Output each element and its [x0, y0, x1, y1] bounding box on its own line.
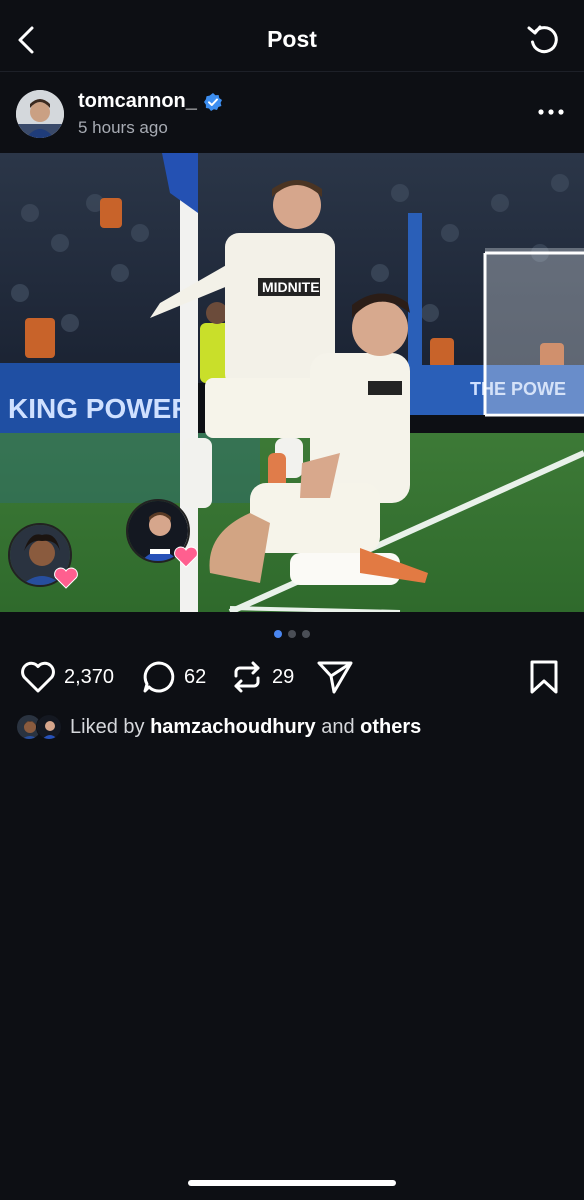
post-author: tomcannon_ 5 hours ago: [0, 72, 584, 154]
top-bar: Post: [0, 0, 584, 72]
post-time: 5 hours ago: [78, 118, 168, 137]
repost-button[interactable]: 29: [230, 654, 294, 700]
verified-badge-icon: [203, 92, 222, 111]
bookmark-icon: [530, 660, 558, 694]
heart-icon: [21, 661, 55, 693]
liked-by-others[interactable]: others: [360, 716, 421, 738]
post-photo: KING POWER THE POWE MIDNITE: [0, 153, 584, 612]
send-icon: [317, 661, 353, 694]
like-count: 2,370: [64, 665, 115, 688]
more-horizontal-icon: [538, 109, 564, 115]
comment-count: 62: [184, 665, 207, 688]
post-media[interactable]: KING POWER THE POWE MIDNITE: [0, 153, 584, 612]
post-actions: 2,370 62 29: [0, 654, 584, 700]
liked-by[interactable]: Liked by hamzachoudhury and others: [16, 712, 421, 742]
home-indicator[interactable]: [188, 1180, 396, 1186]
heart-reaction-icon: [174, 546, 198, 568]
carousel-dot[interactable]: [302, 630, 310, 638]
carousel-dot-active[interactable]: [274, 630, 282, 638]
share-button[interactable]: [316, 654, 354, 700]
comment-button[interactable]: 62: [142, 654, 206, 700]
save-button[interactable]: [528, 654, 560, 700]
avatar[interactable]: [16, 90, 64, 138]
liked-by-avatars: [16, 713, 68, 741]
avatar: [36, 714, 62, 740]
like-button[interactable]: 2,370: [20, 654, 114, 700]
refresh-button[interactable]: [524, 20, 564, 60]
sponsor-text: MIDNITE: [262, 279, 320, 295]
liked-by-user[interactable]: hamzachoudhury: [150, 716, 316, 738]
page-title: Post: [267, 26, 317, 52]
comment-icon: [143, 661, 175, 693]
liked-by-text: Liked by hamzachoudhury and others: [70, 715, 422, 738]
heart-reaction-icon: [54, 567, 78, 589]
username[interactable]: tomcannon_: [78, 90, 197, 113]
repost-count: 29: [272, 665, 295, 688]
carousel-dot[interactable]: [288, 630, 296, 638]
carousel-indicator: [0, 630, 584, 638]
more-options-button[interactable]: [536, 100, 566, 124]
repost-icon: [234, 661, 260, 693]
board-left-text: KING POWER: [8, 393, 192, 424]
refresh-icon: [527, 25, 558, 54]
